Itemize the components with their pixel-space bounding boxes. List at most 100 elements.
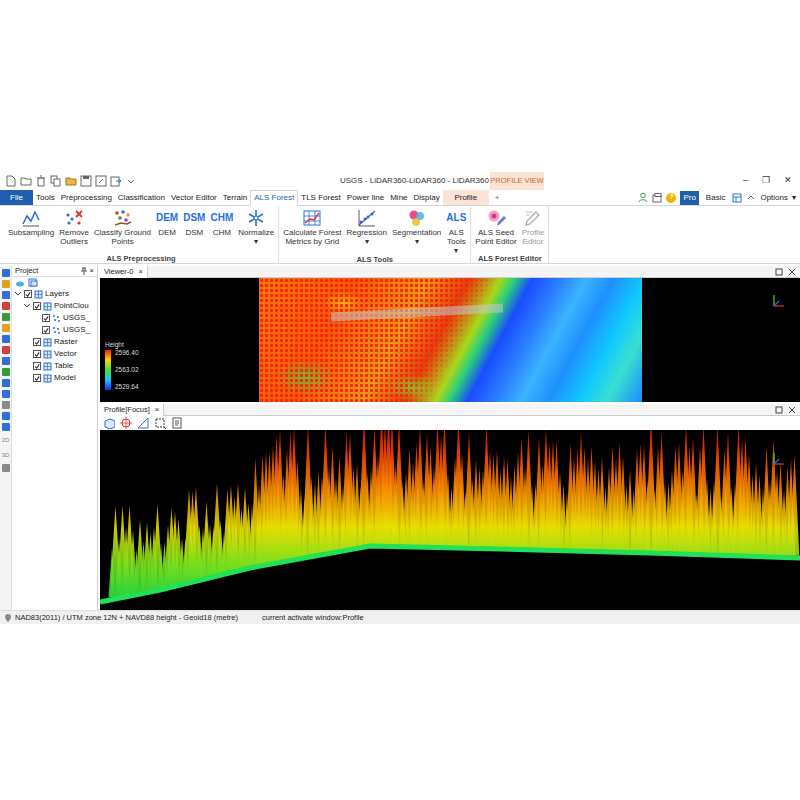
ribbon-tab[interactable]: Terrain — [220, 190, 250, 205]
ribbon-tab[interactable]: Power line — [344, 190, 387, 205]
ribbon-tab-label[interactable]: File — [10, 192, 23, 204]
minimize-ribbon-icon[interactable] — [746, 193, 756, 203]
new-file-icon[interactable] — [5, 175, 17, 187]
copy-icon[interactable] — [50, 175, 62, 187]
ribbon-tab[interactable]: + — [489, 190, 506, 205]
ribbon-tab-label[interactable]: Vector Editor — [171, 192, 217, 204]
ribbon-tab-face[interactable]: Terrain — [220, 190, 250, 205]
side-tool[interactable] — [2, 335, 10, 343]
ribbon-button[interactable]: Regression▾ — [346, 208, 386, 246]
options-dropdown-arrow[interactable]: ▾ — [792, 192, 796, 204]
save-icon[interactable] — [80, 175, 92, 187]
dropdown-arrow[interactable]: ▾ — [254, 237, 258, 246]
profile-canvas[interactable] — [100, 430, 800, 610]
layer-checkbox[interactable] — [24, 290, 32, 298]
ribbon-tab-label[interactable]: Profile — [454, 192, 477, 204]
ribbon-tab[interactable]: Classification — [115, 190, 168, 205]
side-tool[interactable] — [2, 412, 10, 420]
viewer-tab[interactable]: Viewer-0 × — [100, 266, 148, 278]
target-icon[interactable] — [120, 417, 132, 429]
side-tool[interactable] — [2, 280, 10, 288]
side-tool[interactable] — [2, 324, 10, 332]
measure-icon[interactable] — [137, 417, 149, 429]
layer-tree-item[interactable]: Raster — [12, 336, 97, 348]
dropdown-arrow[interactable]: ▾ — [454, 246, 458, 255]
expand-toggle-icon[interactable] — [14, 290, 22, 298]
ribbon-tab-label[interactable]: Mine — [390, 192, 407, 204]
ribbon-tab-face[interactable]: ALS Forest — [250, 190, 298, 206]
tool-icon[interactable] — [2, 346, 10, 354]
ribbon-tab-face[interactable]: Classification — [115, 190, 168, 205]
ribbon-button[interactable]: Segmentation▾ — [392, 208, 441, 246]
tool-icon[interactable] — [2, 412, 10, 420]
ribbon-tab-label[interactable]: Classification — [118, 192, 165, 204]
profile-tab-close[interactable]: × — [155, 404, 159, 415]
help-button[interactable]: ? — [666, 193, 676, 203]
viewer-tab-label[interactable]: Viewer-0 — [104, 266, 133, 277]
layer-label[interactable]: Table — [54, 360, 73, 372]
ribbon-tab-face[interactable]: TLS Forest — [298, 190, 344, 205]
folder-icon[interactable] — [65, 175, 77, 187]
viewer-canvas[interactable]: Height2596.402563.022529.64 — [100, 278, 800, 402]
cube-view-icon[interactable] — [103, 417, 115, 429]
ribbon-tab-label[interactable]: + — [495, 192, 500, 204]
ribbon-tab-face[interactable]: Preprocessing — [58, 190, 115, 205]
ribbon-tab-label[interactable]: Terrain — [223, 192, 247, 204]
selection-box-icon[interactable] — [154, 417, 166, 429]
profile-tab[interactable]: Profile[Focus] × — [100, 404, 164, 416]
ribbon-tab[interactable]: File — [0, 190, 33, 205]
ribbon-tab-label[interactable]: TLS Forest — [301, 192, 341, 204]
maximize-icon[interactable] — [775, 268, 783, 276]
ribbon-button[interactable]: CHMCHM — [210, 208, 233, 237]
layer-label[interactable]: PointClou — [54, 300, 89, 312]
layer-label[interactable]: USGS_ — [63, 312, 90, 324]
customize-icon[interactable] — [125, 175, 137, 187]
expand-toggle-icon[interactable] — [23, 302, 31, 310]
ribbon-button[interactable]: Classify GroundPoints — [94, 208, 151, 246]
ribbon-button[interactable]: ALSALSTools▾ — [446, 208, 466, 255]
layer-checkbox[interactable] — [42, 314, 50, 322]
layer-checkbox[interactable] — [33, 302, 41, 310]
side-tool[interactable]: 3D — [2, 449, 10, 461]
ribbon-tab[interactable]: Profile — [443, 190, 489, 205]
layer-label[interactable]: Vector — [54, 348, 77, 360]
cloud-icon[interactable] — [15, 278, 25, 287]
ribbon-button[interactable]: ALS SeedPoint Editor — [475, 208, 516, 246]
tool-icon[interactable] — [2, 302, 10, 310]
ribbon-tab-face[interactable]: Vector Editor — [168, 190, 220, 205]
layer-checkbox[interactable] — [33, 374, 41, 382]
layer-label[interactable]: Layers — [45, 288, 69, 300]
side-tool[interactable] — [2, 423, 10, 431]
layer-tree-item[interactable]: USGS_ — [12, 324, 97, 336]
layer-checkbox[interactable] — [33, 362, 41, 370]
ribbon-button[interactable]: DSMDSM — [183, 208, 205, 237]
layer-tree-item[interactable]: USGS_ — [12, 312, 97, 324]
layer-label[interactable]: USGS_ — [63, 324, 90, 336]
close-icon[interactable] — [788, 406, 796, 414]
side-tool[interactable] — [2, 464, 10, 472]
export-icon[interactable] — [110, 175, 122, 187]
ribbon-tab[interactable]: TLS Forest — [298, 190, 344, 205]
ribbon-button[interactable]: Calculate ForestMetrics by Grid — [283, 208, 341, 246]
ribbon-tab[interactable]: Tools — [33, 190, 58, 205]
ribbon-tab-label[interactable]: Preprocessing — [61, 192, 112, 204]
tool-icon[interactable] — [2, 313, 10, 321]
profile-tab-label[interactable]: Profile[Focus] — [104, 404, 150, 415]
tool-icon[interactable] — [2, 357, 10, 365]
save-as-icon[interactable] — [95, 175, 107, 187]
ribbon-button[interactable]: Subsampling — [8, 208, 54, 237]
side-tool[interactable] — [2, 313, 10, 321]
profile-point-cloud[interactable] — [100, 430, 800, 610]
mode-toggle[interactable]: Basic — [703, 191, 729, 205]
ribbon-button[interactable]: DEMDEM — [156, 208, 178, 237]
tool-icon[interactable] — [2, 390, 10, 398]
point-cloud-top-view[interactable] — [259, 278, 642, 402]
tool-icon[interactable] — [2, 401, 10, 409]
viewer-tab-close[interactable]: × — [138, 266, 142, 277]
ribbon-tab-face[interactable]: Display — [411, 190, 443, 205]
layout-icon[interactable] — [732, 193, 742, 203]
dropdown-arrow[interactable]: ▾ — [415, 237, 419, 246]
side-tool[interactable]: 2D — [2, 434, 10, 446]
mode-toggle[interactable]: Pro — [680, 191, 698, 205]
delete-icon[interactable] — [35, 175, 47, 187]
